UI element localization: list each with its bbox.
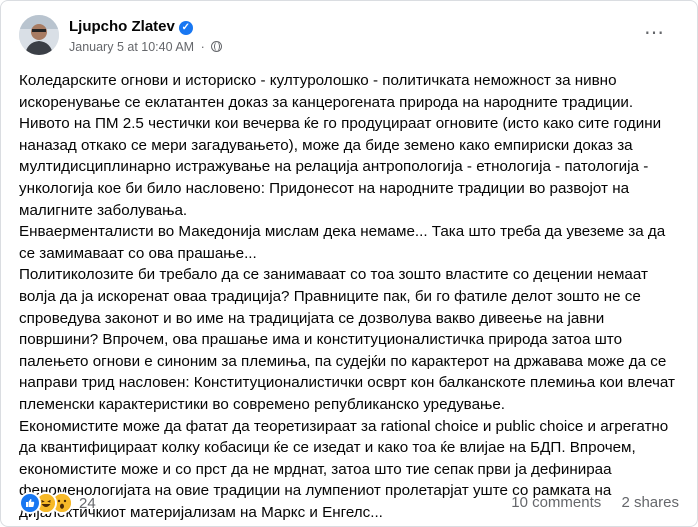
globe-icon (211, 41, 223, 52)
avatar-photo (19, 15, 59, 55)
avatar[interactable] (19, 15, 59, 55)
post-paragraph: Енваерменталисти во Македонија мислам де… (19, 223, 666, 262)
more-options-icon[interactable]: ⋯ (644, 23, 665, 43)
shares-count-link[interactable]: 2 shares (621, 494, 679, 511)
meta-separator: · (200, 40, 205, 54)
comments-count-link[interactable]: 10 comments (511, 494, 601, 511)
verified-badge-icon: ✓ (178, 21, 193, 35)
reaction-count[interactable]: 24 (79, 495, 96, 512)
author-name[interactable]: Ljupcho Zlatev ✓ (69, 18, 193, 35)
facebook-post: Ljupcho Zlatev ✓ January 5 at 10:40 AM · … (0, 0, 698, 527)
author-name-text[interactable]: Ljupcho Zlatev (69, 18, 175, 35)
engagement-counts: 10 comments 2 shares (511, 494, 679, 511)
reaction-summary[interactable]: 24 (19, 492, 96, 514)
post-timestamp[interactable]: January 5 at 10:40 AM (69, 40, 194, 54)
post-header: Ljupcho Zlatev ✓ January 5 at 10:40 AM · … (19, 15, 685, 59)
post-meta: January 5 at 10:40 AM · (69, 40, 223, 54)
post-footer: 24 10 comments 2 shares (19, 492, 679, 514)
post-paragraph: Коледарските огнови и историско - култур… (19, 72, 662, 219)
like-icon (19, 492, 41, 514)
post-paragraph: Политиколозите би требало да се занимава… (19, 266, 675, 413)
post-text: Коледарските огнови и историско - култур… (19, 70, 681, 523)
